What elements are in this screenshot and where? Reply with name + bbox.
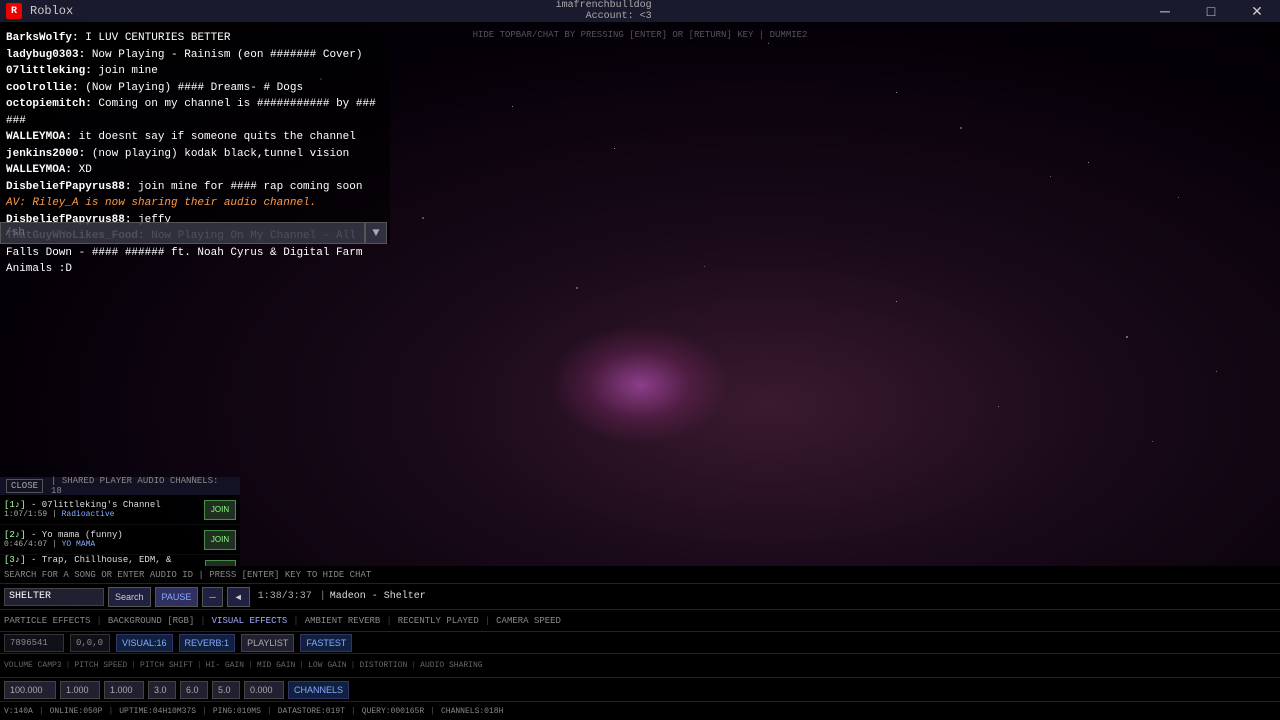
mid-gain-label: MID GAIN — [257, 661, 295, 670]
chat-message-9: DisbeliefPapyrus88: join mine for #### r… — [6, 179, 384, 196]
join-channel-2-button[interactable]: JOIN — [204, 530, 236, 550]
fastest-button[interactable]: FASTEST — [300, 634, 352, 652]
query-status: QUERY:000165R — [362, 707, 424, 716]
close-channels-button[interactable]: CLOSE — [6, 479, 43, 493]
chat-message-5: octopiemitch: Coming on my channel is ##… — [6, 96, 384, 129]
background-btn[interactable]: BACKGROUND [RGB] — [108, 616, 194, 626]
pitch-label: PITCH SPEED — [74, 661, 127, 670]
chat-message-3: 07littleking: join mine — [6, 63, 384, 80]
song-title-display: Madeon - Shelter — [330, 591, 426, 602]
roblox-icon: R — [6, 3, 22, 19]
visual-effects-btn[interactable]: VISUAL EFFECTS — [212, 616, 288, 626]
search-button[interactable]: Search — [108, 587, 151, 607]
low-gain-label: LOW GAIN — [308, 661, 346, 670]
channels-button[interactable]: CHANNELS — [288, 681, 349, 699]
pitch-shift-label: PITCH SHIFT — [140, 661, 193, 670]
volume-label: VOLUME CAMP3 — [4, 661, 62, 670]
hi-gain-value-button[interactable]: 3.0 — [148, 681, 176, 699]
channels-header-text: | SHARED PLAYER AUDIO CHANNELS: 18 — [51, 476, 234, 496]
back-button[interactable]: ◄ — [227, 587, 250, 607]
position-display: 0,0,0 — [70, 634, 110, 652]
ping-status: PING:010MS — [213, 707, 261, 716]
chat-input[interactable] — [0, 222, 365, 244]
channels-header: CLOSE | SHARED PLAYER AUDIO CHANNELS: 18 — [0, 477, 240, 495]
volume-id-display: 7896541 — [4, 634, 64, 652]
distortion-value-button[interactable]: 0.000 — [244, 681, 284, 699]
audio-sharing-label: AUDIO SHARING — [420, 661, 482, 670]
distortion-label: DISTORTION — [359, 661, 407, 670]
particle-effects-btn[interactable]: PARTICLE EFFECTS — [4, 616, 90, 626]
ambient-reverb-btn[interactable]: AMBIENT REVERB — [305, 616, 381, 626]
prev-button[interactable]: ─ — [202, 587, 222, 607]
pause-button[interactable]: PAUSE — [155, 587, 199, 607]
join-channel-1-button[interactable]: JOIN — [204, 500, 236, 520]
player-row: Search PAUSE ─ ◄ 1:38/3:37 | Madeon - Sh… — [0, 584, 1280, 610]
datastore-status: DATASTORE:019T — [278, 707, 345, 716]
channels-status: CHANNELS:018H — [441, 707, 503, 716]
pitch-shift-value-button[interactable]: 1.000 — [104, 681, 144, 699]
chat-message-7: jenkins2000: (now playing) kodak black,t… — [6, 146, 384, 163]
channel-item-1: [1♪] - 07littleking's Channel 1:07/1:59 … — [0, 495, 240, 525]
reverb-setting-button[interactable]: REVERB:1 — [179, 634, 236, 652]
status-bar: V:140A | ONLINE:050P | UPTIME:04H10M37S … — [0, 702, 1280, 720]
chat-message-1: BarksWolfy: I LUV CENTURIES BETTER — [6, 30, 384, 47]
volume-value-button[interactable]: 100.000 — [4, 681, 56, 699]
sliders-row: VOLUME CAMP3 | PITCH SPEED | PITCH SHIFT… — [0, 654, 1280, 678]
titlebar-title: Roblox — [30, 4, 73, 18]
search-hint-text: SEARCH FOR A SONG OR ENTER AUDIO ID | PR… — [4, 570, 371, 580]
maximize-button[interactable]: □ — [1188, 0, 1234, 22]
camera-speed-btn[interactable]: CAMERA SPEED — [496, 616, 561, 626]
minimize-button[interactable]: ─ — [1142, 0, 1188, 22]
low-gain-value-button[interactable]: 5.0 — [212, 681, 240, 699]
uptime-status: UPTIME:04H10M37S — [119, 707, 196, 716]
chat-input-area: ▼ — [0, 222, 390, 244]
time-display: 1:38/3:37 — [254, 591, 316, 602]
playlist-button[interactable]: PLAYLIST — [241, 634, 294, 652]
pitch-value-button[interactable]: 1.000 — [60, 681, 100, 699]
online-status: ONLINE:050P — [50, 707, 103, 716]
titlebar: R Roblox imafrenchbulldog Account: <3 ─ … — [0, 0, 1280, 22]
recently-played-btn[interactable]: RECENTLY PLAYED — [398, 616, 479, 626]
settings-row: 7896541 0,0,0 VISUAL:16 REVERB:1 PLAYLIS… — [0, 632, 1280, 654]
chat-panel: BarksWolfy: I LUV CENTURIES BETTER ladyb… — [0, 26, 390, 226]
visual-setting-button[interactable]: VISUAL:16 — [116, 634, 173, 652]
close-button[interactable]: ✕ — [1234, 0, 1280, 22]
titlebar-left: R Roblox — [0, 3, 73, 19]
chat-message-8: WALLEYMOA: XD — [6, 162, 384, 179]
chat-message-2: ladybug0303: Now Playing - Rainism (eon … — [6, 47, 384, 64]
search-hint-row: SEARCH FOR A SONG OR ENTER AUDIO ID | PR… — [0, 566, 1280, 584]
chat-message-av: AV: Riley_A is now sharing their audio c… — [6, 195, 384, 212]
song-search-input[interactable] — [4, 588, 104, 606]
titlebar-user: imafrenchbulldog Account: <3 — [556, 0, 660, 22]
bottom-controls: SEARCH FOR A SONG OR ENTER AUDIO ID | PR… — [0, 566, 1280, 720]
effects-row: PARTICLE EFFECTS | BACKGROUND [RGB] | VI… — [0, 610, 1280, 632]
center-glow — [550, 325, 730, 445]
chat-scroll-button[interactable]: ▼ — [365, 222, 387, 244]
mem-status: V:140A — [4, 707, 33, 716]
mid-gain-value-button[interactable]: 6.0 — [180, 681, 208, 699]
chat-message-6: WALLEYMOA: it doesnt say if someone quit… — [6, 129, 384, 146]
hide-hint: HIDE TOPBAR/CHAT BY PRESSING [ENTER] OR … — [473, 30, 808, 40]
hi-gain-label: HI- GAIN — [206, 661, 244, 670]
chat-message-4: coolrollie: (Now Playing) #### Dreams- #… — [6, 80, 384, 97]
channel-item-2: [2♪] - Yo mama (funny) 0:46/4:07 | YO MA… — [0, 525, 240, 555]
titlebar-controls: ─ □ ✕ — [1142, 0, 1280, 22]
